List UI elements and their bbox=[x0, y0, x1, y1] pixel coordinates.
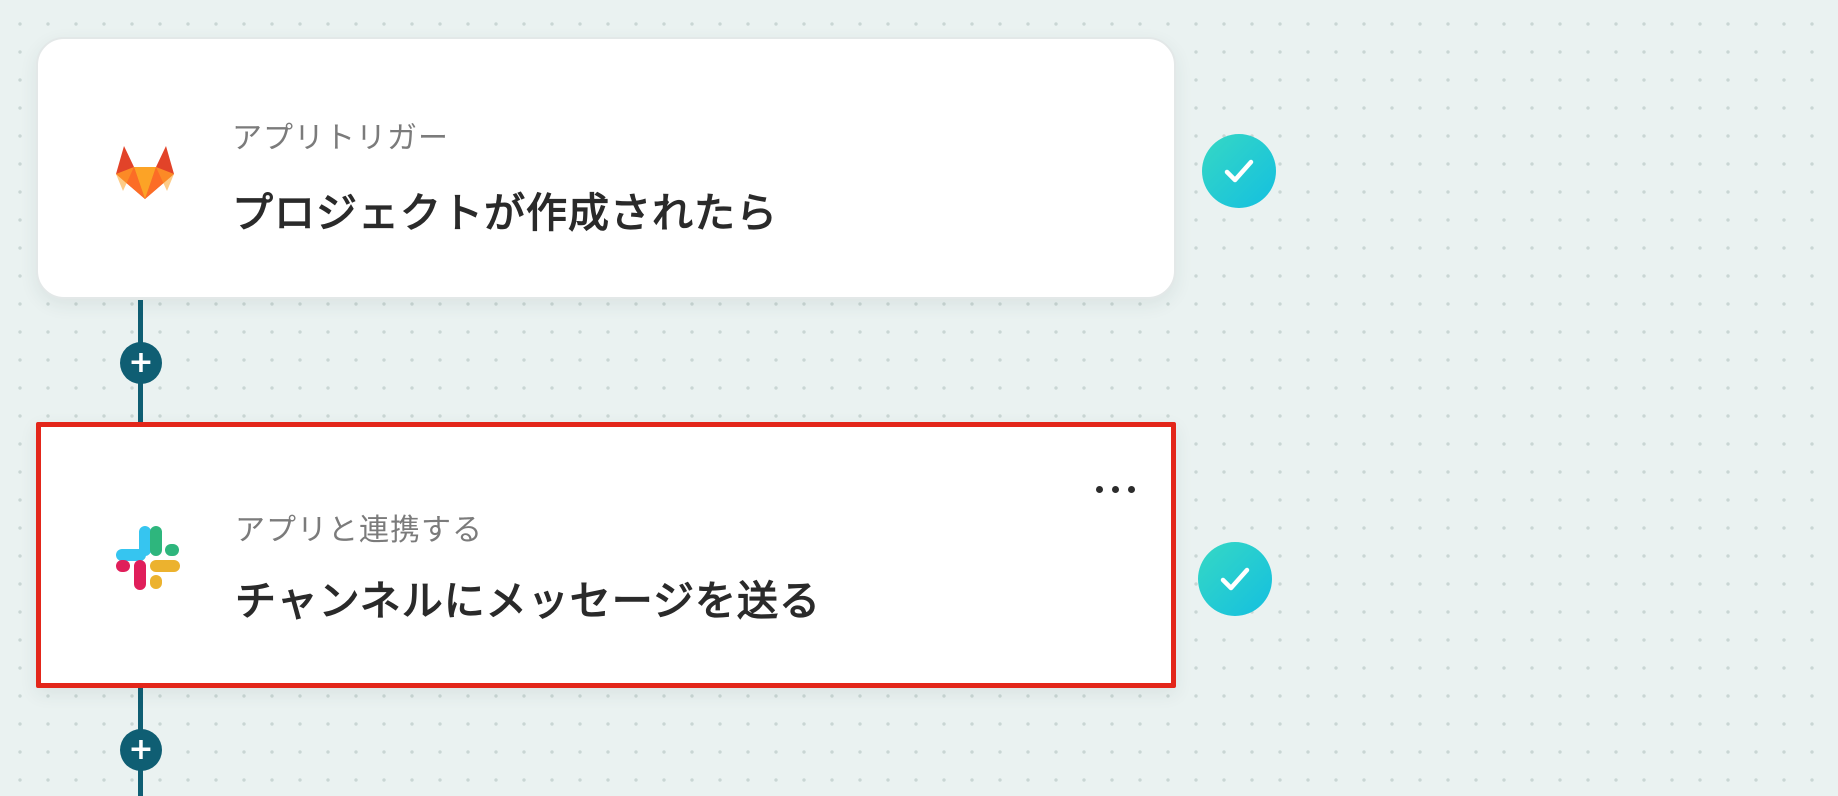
check-icon bbox=[1198, 542, 1272, 616]
trigger-step-card[interactable]: アプリトリガー プロジェクトが作成されたら bbox=[36, 37, 1176, 299]
step-kind-label: アプリトリガー bbox=[232, 121, 449, 156]
step-title: チャンネルにメッセージを送る bbox=[235, 577, 821, 625]
slack-icon bbox=[113, 523, 183, 593]
add-step-button[interactable]: + bbox=[120, 729, 162, 771]
add-step-button[interactable]: + bbox=[120, 342, 162, 384]
action-step-card[interactable]: アプリと連携する チャンネルにメッセージを送る bbox=[36, 422, 1176, 688]
step-title: プロジェクトが作成されたら bbox=[232, 189, 778, 237]
step-kind-label: アプリと連携する bbox=[235, 513, 483, 548]
more-options-icon[interactable] bbox=[1093, 477, 1139, 501]
check-icon bbox=[1202, 134, 1276, 208]
gitlab-icon bbox=[110, 136, 180, 206]
